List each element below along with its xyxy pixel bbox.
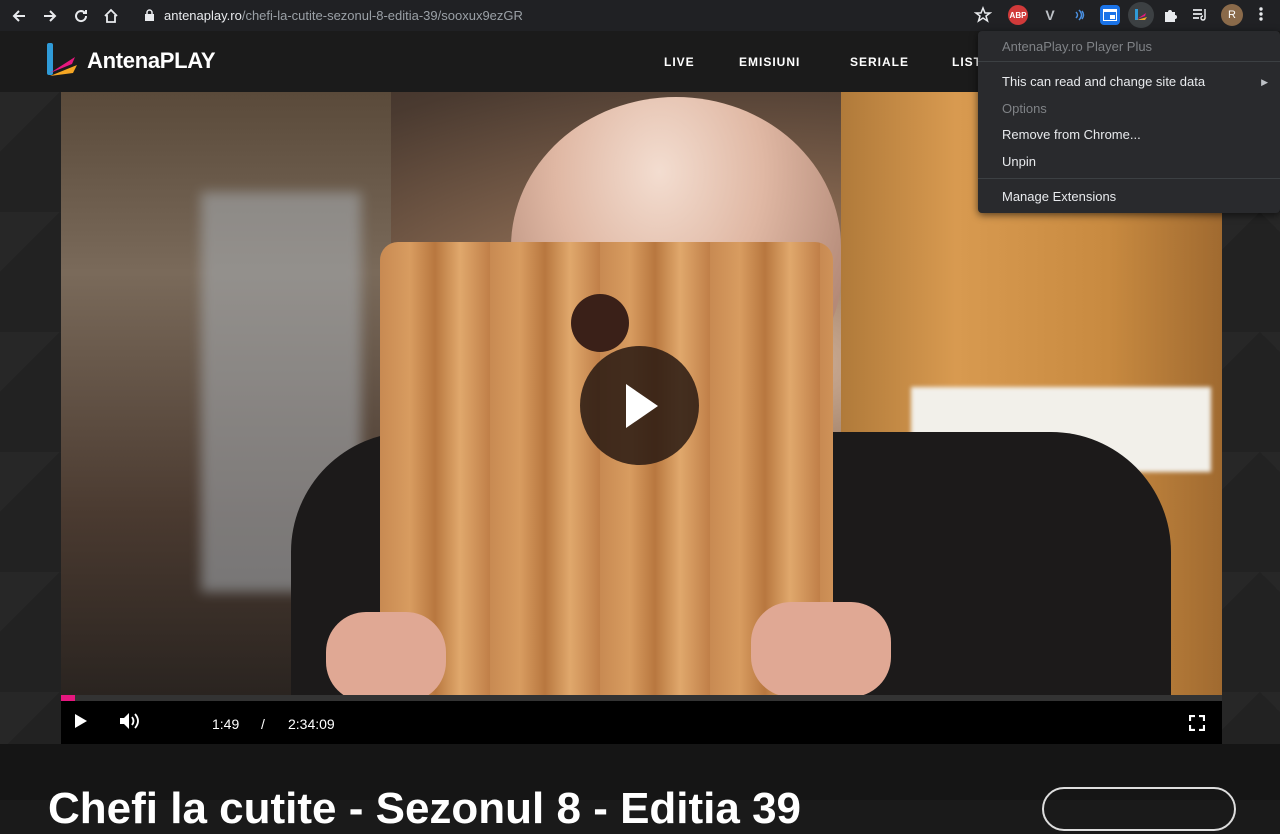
media-queue-icon[interactable] xyxy=(1190,5,1210,25)
url-host: antenaplay.ro xyxy=(164,8,242,23)
volume-icon[interactable] xyxy=(119,711,141,731)
bookmark-star-icon[interactable] xyxy=(974,6,992,24)
video-scene-board-hole xyxy=(571,294,629,352)
duration: 2:34:09 xyxy=(288,716,335,732)
adblock-extension-icon[interactable]: ABP xyxy=(1008,5,1028,25)
url-text: antenaplay.ro/chefi-la-cutite-sezonul-8-… xyxy=(164,8,523,23)
wave-extension-icon[interactable] xyxy=(1070,5,1090,25)
nav-live[interactable]: LIVE xyxy=(664,55,695,69)
menu-item-unpin[interactable]: Unpin xyxy=(1002,154,1036,169)
reload-button[interactable] xyxy=(69,4,93,28)
menu-item-remove[interactable]: Remove from Chrome... xyxy=(1002,127,1141,142)
chrome-menu-icon[interactable] xyxy=(1253,4,1269,29)
lock-icon xyxy=(145,9,154,21)
big-play-button[interactable] xyxy=(580,346,699,465)
window-extension-icon[interactable] xyxy=(1100,5,1120,25)
play-button-icon[interactable] xyxy=(74,713,88,729)
fullscreen-icon[interactable] xyxy=(1189,715,1205,731)
home-icon xyxy=(104,8,118,23)
menu-item-site-data[interactable]: This can read and change site data xyxy=(1002,74,1205,89)
logo-text: AntenaPLAY xyxy=(87,48,216,73)
antenaplay-logo-icon xyxy=(47,43,77,76)
reload-icon xyxy=(75,10,88,23)
back-arrow-icon xyxy=(12,10,25,22)
browser-toolbar: antenaplay.ro/chefi-la-cutite-sezonul-8-… xyxy=(0,0,1280,31)
menu-separator xyxy=(978,178,1280,179)
v-extension-icon[interactable]: V xyxy=(1040,5,1060,25)
video-scene-hand-left xyxy=(326,612,446,695)
forward-arrow-icon xyxy=(44,10,57,22)
submenu-arrow-icon: ▶ xyxy=(1261,77,1268,87)
menu-header: AntenaPlay.ro Player Plus xyxy=(1002,39,1153,54)
time-separator: / xyxy=(261,716,265,732)
url-path: /chefi-la-cutite-sezonul-8-editia-39/soo… xyxy=(241,8,523,23)
address-bar[interactable]: antenaplay.ro/chefi-la-cutite-sezonul-8-… xyxy=(132,3,998,28)
back-button[interactable] xyxy=(7,4,31,28)
title-action-button[interactable] xyxy=(1042,787,1236,831)
player-controls: 1:49 / 2:34:09 xyxy=(61,701,1222,744)
play-icon xyxy=(625,383,658,428)
current-time: 1:49 xyxy=(212,716,240,732)
forward-button[interactable] xyxy=(38,4,62,28)
puzzle-extensions-icon[interactable] xyxy=(1160,5,1180,25)
extension-context-menu: AntenaPlay.ro Player Plus This can read … xyxy=(978,31,1280,213)
profile-avatar[interactable]: R xyxy=(1221,4,1243,26)
menu-item-options: Options xyxy=(1002,101,1047,116)
video-scene-hand-right xyxy=(751,602,891,695)
menu-item-manage-extensions[interactable]: Manage Extensions xyxy=(1002,189,1116,204)
antenaplay-logo[interactable]: AntenaPLAY xyxy=(45,43,216,79)
home-button[interactable] xyxy=(99,4,123,28)
antenaplay-extension-icon[interactable] xyxy=(1128,2,1154,28)
menu-separator xyxy=(978,61,1280,62)
episode-title: Chefi la cutite - Sezonul 8 - Editia 39 xyxy=(48,784,802,833)
nav-seriale[interactable]: SERIALE xyxy=(850,55,909,69)
nav-emisiuni[interactable]: EMISIUNI xyxy=(739,55,800,69)
title-area: Chefi la cutite - Sezonul 8 - Editia 39 xyxy=(0,744,1280,833)
